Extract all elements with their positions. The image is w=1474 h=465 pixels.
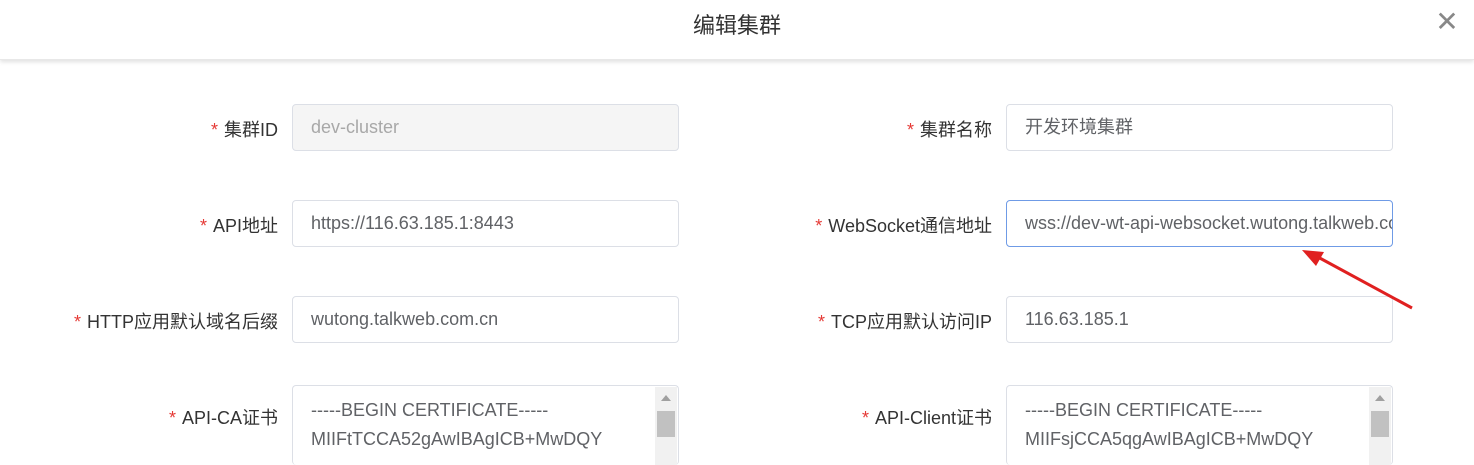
annotation-arrow-icon [1302, 250, 1413, 310]
